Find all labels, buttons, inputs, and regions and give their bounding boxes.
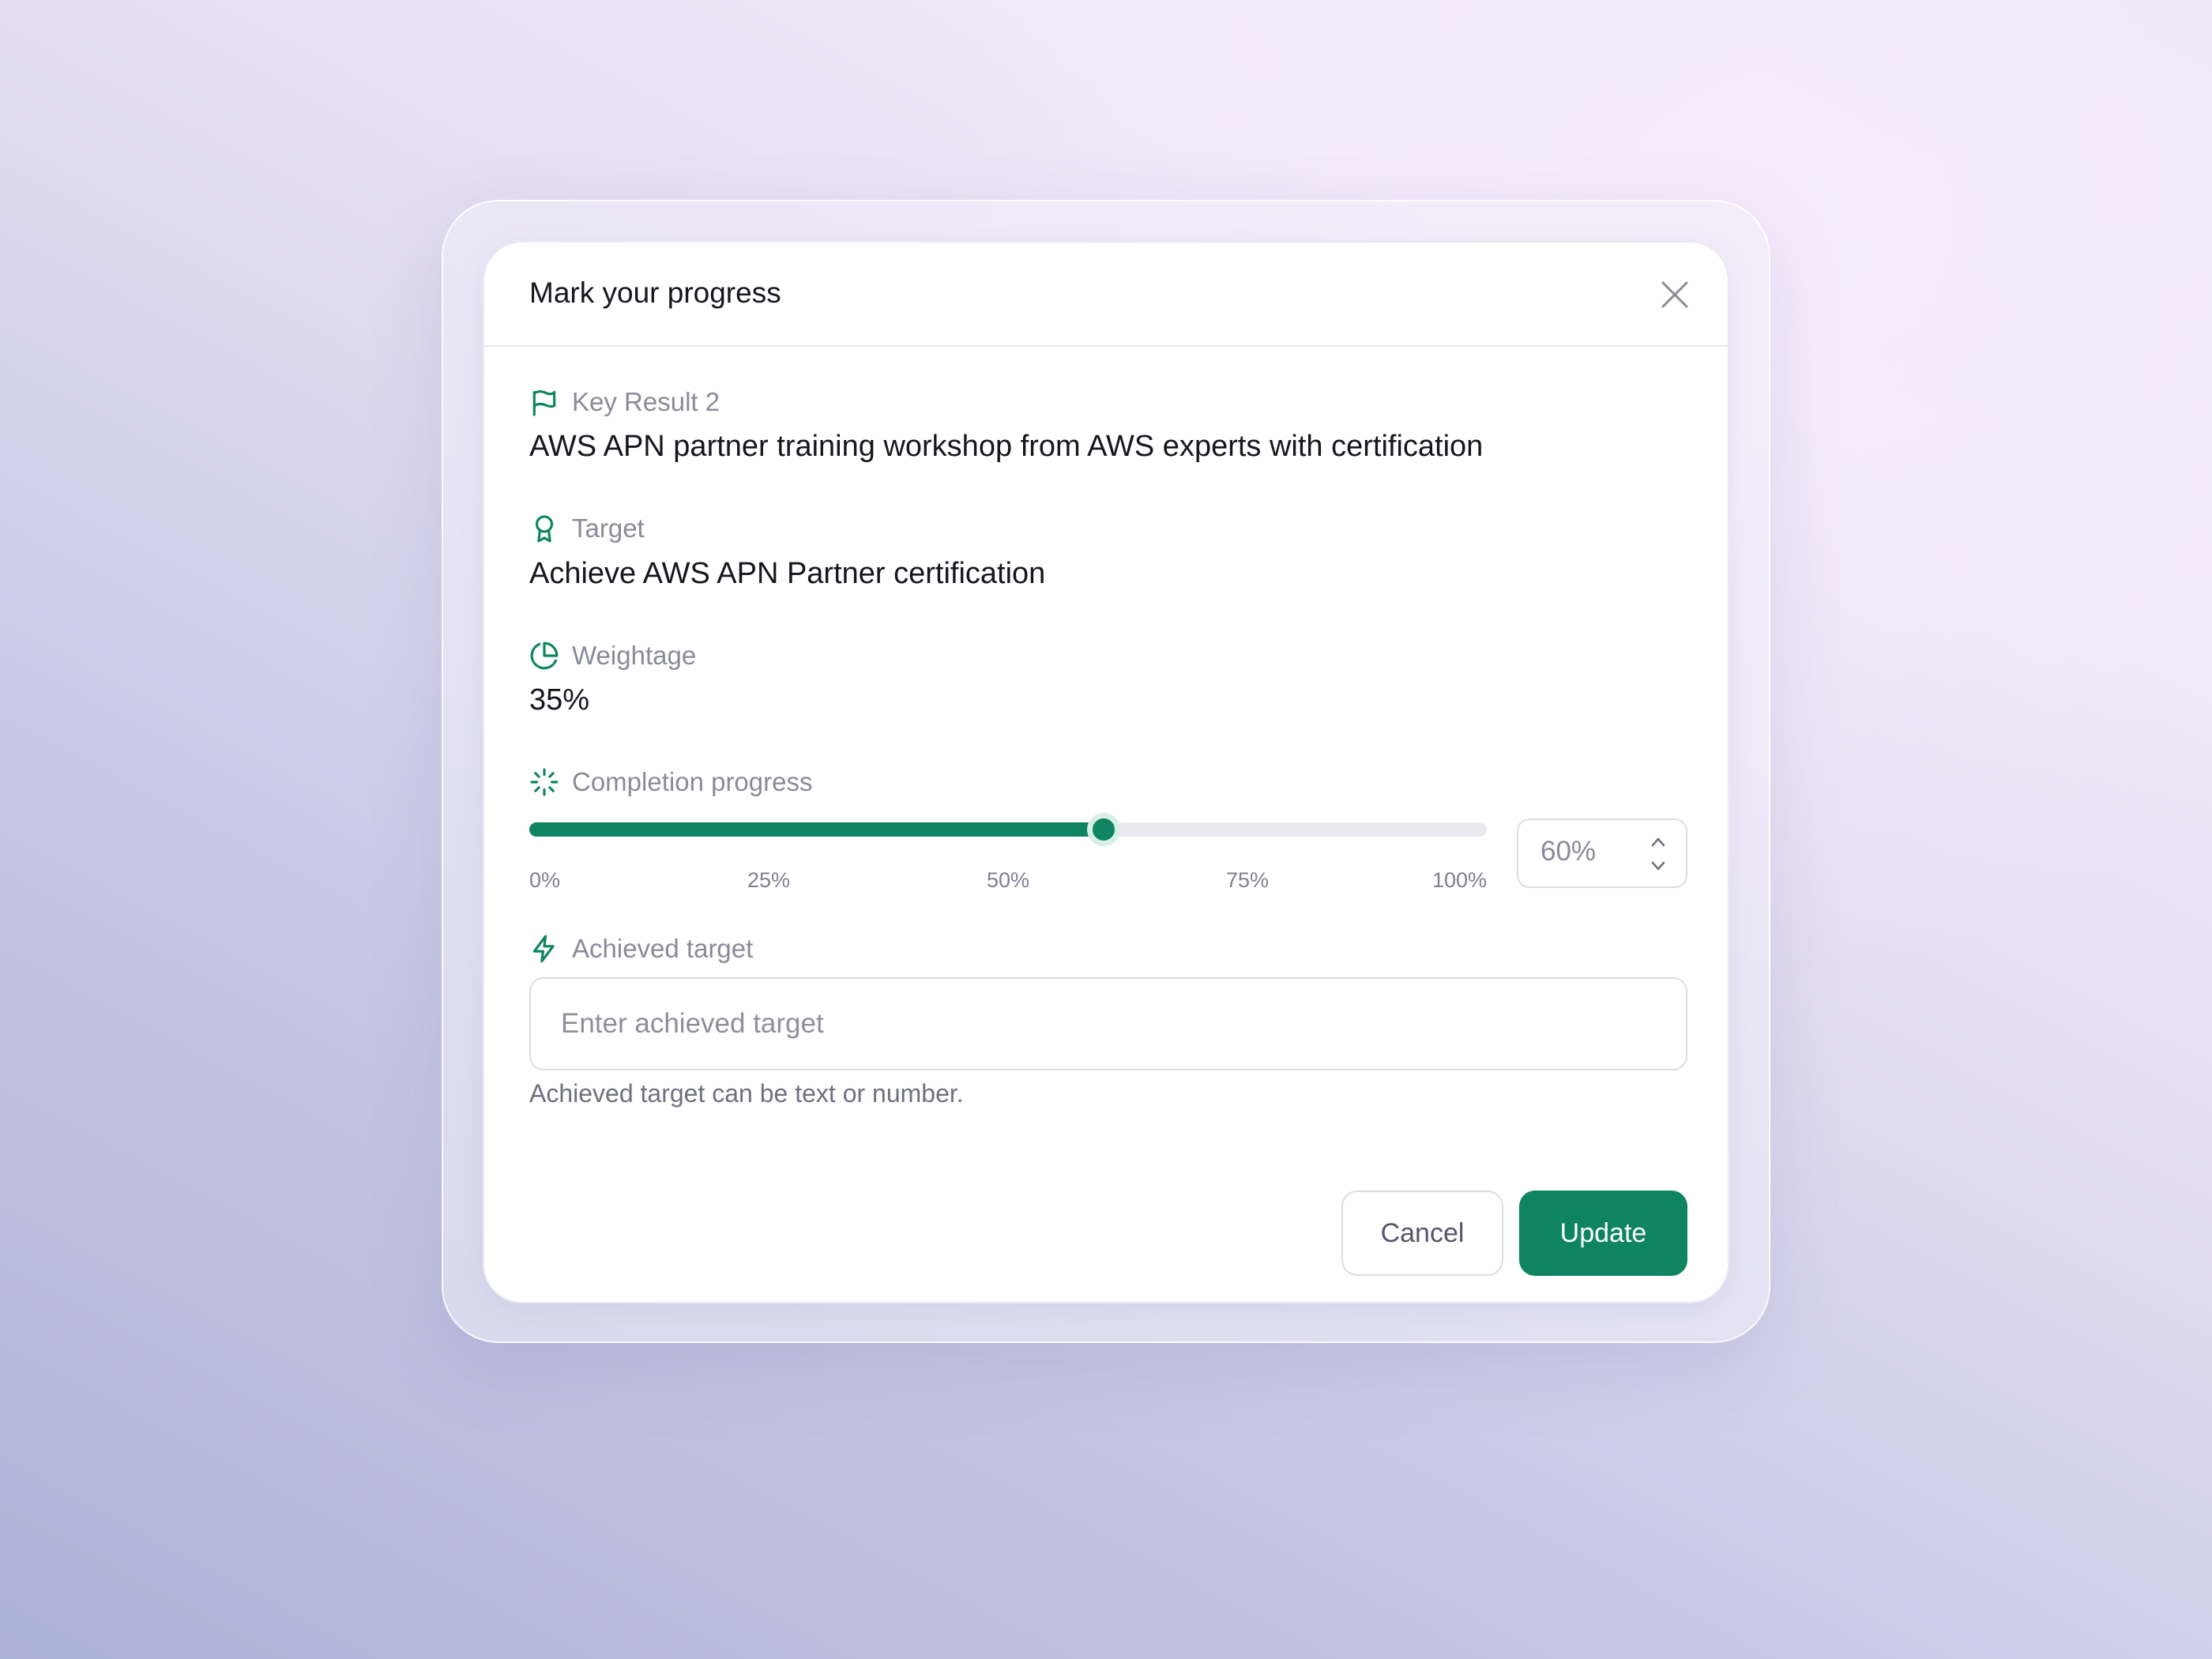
- progress-stepper[interactable]: 60%: [1517, 818, 1687, 888]
- slider-tick-label: 100%: [1431, 868, 1487, 892]
- target-value: Achieve AWS APN Partner certification: [529, 557, 1046, 590]
- slider-fill: [529, 822, 1104, 837]
- progress-modal: Mark your progress Key Result 2 AWS APN …: [483, 241, 1729, 1304]
- achieved-target-label-row: Achieved target: [529, 931, 753, 966]
- slider-tick-label: 50%: [986, 868, 1030, 892]
- target-label-row: Target: [529, 511, 645, 546]
- achieved-target-label: Achieved target: [572, 934, 754, 963]
- key-result-label: Key Result 2: [572, 387, 720, 416]
- lightning-icon: [529, 934, 559, 964]
- slider-thumb[interactable]: [1087, 813, 1121, 846]
- chevron-up-icon[interactable]: [1649, 834, 1668, 850]
- award-icon: [529, 514, 559, 544]
- flag-icon: [529, 387, 559, 417]
- achieved-target-input[interactable]: [529, 977, 1687, 1070]
- cancel-button[interactable]: Cancel: [1341, 1191, 1503, 1276]
- slider-tick-label: 0%: [529, 868, 561, 892]
- update-button[interactable]: Update: [1519, 1191, 1687, 1276]
- weightage-label-row: Weightage: [529, 638, 696, 673]
- slider-tick-label: 25%: [747, 868, 791, 892]
- key-result-value: AWS APN partner training workshop from A…: [529, 430, 1484, 463]
- chevron-down-icon[interactable]: [1649, 858, 1668, 874]
- weightage-value: 35%: [529, 683, 590, 717]
- completion-label: Completion progress: [572, 767, 813, 796]
- pie-chart-icon: [529, 641, 559, 671]
- target-label: Target: [572, 514, 645, 543]
- modal-header: Mark your progress: [484, 243, 1728, 347]
- achieved-target-helper: Achieved target can be text or number.: [529, 1079, 964, 1108]
- weightage-label: Weightage: [572, 641, 697, 670]
- close-icon: [1661, 281, 1688, 308]
- close-button[interactable]: [1657, 276, 1693, 313]
- slider-tick-label: 75%: [1225, 868, 1270, 892]
- completion-slider[interactable]: 0% 25% 50% 75% 100%: [529, 813, 1487, 892]
- loader-icon: [529, 767, 559, 797]
- completion-label-row: Completion progress: [529, 765, 812, 799]
- stepper-value[interactable]: 60%: [1540, 836, 1596, 867]
- modal-title: Mark your progress: [529, 276, 781, 309]
- key-result-label-row: Key Result 2: [529, 385, 720, 419]
